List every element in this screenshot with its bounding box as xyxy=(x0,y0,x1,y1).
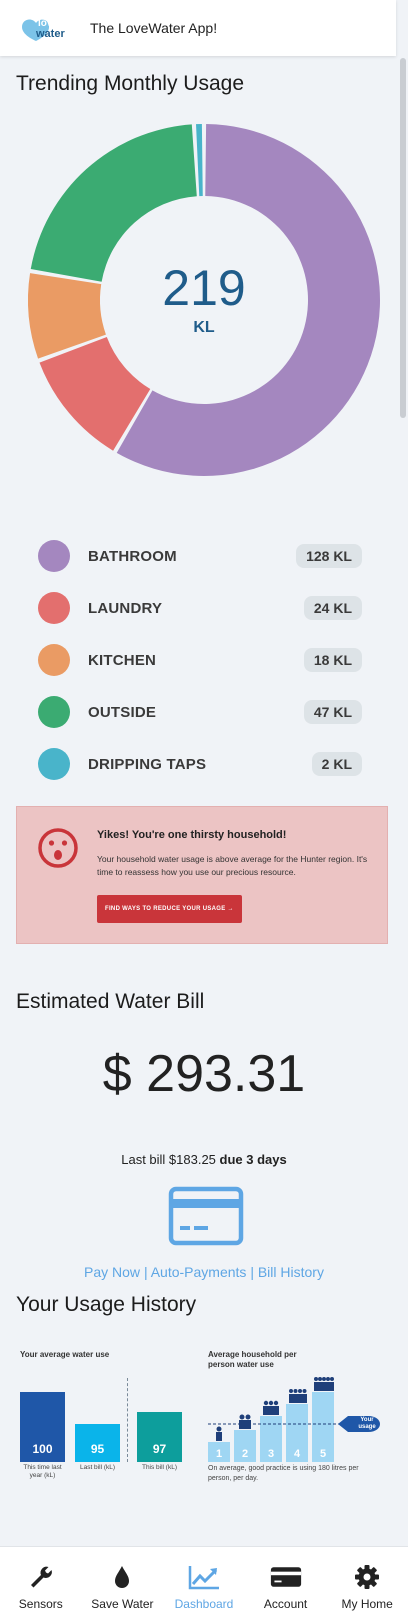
bar-caption: Last bill (kL) xyxy=(79,1464,116,1471)
nav-label: My Home xyxy=(341,1597,393,1611)
due-text: due 3 days xyxy=(219,1152,287,1167)
legend-label: KITCHEN xyxy=(88,651,157,669)
nav-dashboard[interactable]: Dashboard xyxy=(163,1547,245,1620)
app-title: The LoveWater App! xyxy=(90,20,218,36)
payment-links: Pay Now | Auto-Payments | Bill History xyxy=(0,1264,408,1280)
usage-legend: BATHROOM 128 KL LAUNDRY 24 KL KITCHEN 18… xyxy=(38,530,378,790)
wrench-icon xyxy=(25,1563,57,1591)
bar-last-bill: 95 xyxy=(75,1424,120,1462)
bar-caption: This time last year (kL) xyxy=(23,1464,62,1479)
laundry-color-swatch xyxy=(38,592,70,624)
last-bill-text: Last bill $183.25 xyxy=(121,1152,216,1167)
legend-label: OUTSIDE xyxy=(88,703,157,721)
legend-value: 128 KL xyxy=(296,544,362,568)
app-header: love water The LoveWater App! xyxy=(0,0,396,56)
link-separator: | xyxy=(250,1264,254,1280)
gear-icon xyxy=(351,1563,383,1591)
per-person-note: On average, good practice is using 180 l… xyxy=(208,1465,359,1482)
history-title: Your Usage History xyxy=(16,1293,197,1316)
nav-label: Dashboard xyxy=(174,1597,234,1611)
nav-sensors[interactable]: Sensors xyxy=(0,1547,82,1620)
shocked-face-icon xyxy=(37,827,79,869)
droplet-icon xyxy=(106,1563,138,1591)
svg-text:water: water xyxy=(35,28,65,40)
usage-donut-chart: 219 KL xyxy=(22,118,386,482)
lovewater-logo[interactable]: love water xyxy=(16,13,76,43)
bill-amount: $ 293.31 xyxy=(102,1045,306,1103)
last-bill-info: Last bill $183.25 due 3 days xyxy=(0,1152,408,1167)
link-separator: | xyxy=(143,1264,148,1280)
pay-now-link[interactable]: Pay Now xyxy=(84,1264,140,1280)
dripping-taps-color-swatch xyxy=(38,748,70,780)
usage-history-infographic: Your average water use 100 95 97 This ti… xyxy=(16,1350,396,1510)
average-use-bars: 100 95 97 xyxy=(20,1378,195,1462)
legend-item-kitchen[interactable]: KITCHEN 18 KL xyxy=(38,634,378,686)
nav-label: Sensors xyxy=(18,1597,63,1611)
bar-last-year: 100 xyxy=(20,1392,65,1462)
bathroom-color-swatch xyxy=(38,540,70,572)
per-person-bars: 1 2 3 4 5 Your usage xyxy=(208,1372,388,1462)
alert-title: Yikes! You're one thirsty household! xyxy=(97,829,287,841)
reduce-usage-button[interactable]: FIND WAYS TO REDUCE YOUR USAGE → xyxy=(97,895,242,923)
average-water-use-title: Your average water use xyxy=(20,1350,110,1359)
bill-title: Estimated Water Bill xyxy=(16,990,205,1013)
divider xyxy=(127,1378,128,1462)
legend-item-bathroom[interactable]: BATHROOM 128 KL xyxy=(38,530,378,582)
usage-title: Trending Monthly Usage xyxy=(16,72,245,95)
legend-value: 2 KL xyxy=(311,752,362,776)
bottom-navigation: Sensors Save Water Dashboard Account My … xyxy=(0,1546,408,1620)
per-person-use-title: Average household per person water use xyxy=(208,1350,297,1369)
nav-label: Account xyxy=(263,1597,308,1611)
donut-slice-outside[interactable] xyxy=(30,124,197,282)
nav-account[interactable]: Account xyxy=(245,1547,327,1620)
legend-label: BATHROOM xyxy=(88,547,177,565)
nav-save-water[interactable]: Save Water xyxy=(82,1547,164,1620)
bill-history-link[interactable]: Bill History xyxy=(258,1264,324,1280)
thirsty-household-alert: Yikes! You're one thirsty household! You… xyxy=(16,806,388,944)
scrollbar[interactable] xyxy=(400,58,406,418)
auto-payments-link[interactable]: Auto-Payments xyxy=(151,1264,247,1280)
legend-item-outside[interactable]: OUTSIDE 47 KL xyxy=(38,686,378,738)
nav-my-home[interactable]: My Home xyxy=(326,1547,408,1620)
bar-this-bill: 97 xyxy=(137,1412,182,1462)
chart-icon xyxy=(188,1563,220,1591)
card-icon xyxy=(270,1563,302,1591)
legend-label: DRIPPING TAPS xyxy=(88,755,207,773)
alert-body: Your household water usage is above aver… xyxy=(97,854,368,877)
legend-item-laundry[interactable]: LAUNDRY 24 KL xyxy=(38,582,378,634)
outside-color-swatch xyxy=(38,696,70,728)
bar-caption: This bill (kL) xyxy=(141,1464,178,1471)
legend-value: 24 KL xyxy=(303,596,362,620)
legend-label: LAUNDRY xyxy=(88,599,163,617)
legend-value: 47 KL xyxy=(303,700,362,724)
legend-item-dripping-taps[interactable]: DRIPPING TAPS 2 KL xyxy=(38,738,378,790)
kitchen-color-swatch xyxy=(38,644,70,676)
donut-slice-dripping-taps[interactable] xyxy=(196,124,203,197)
nav-label: Save Water xyxy=(91,1597,154,1611)
your-usage-marker: Your usage xyxy=(358,1417,376,1430)
credit-card-icon[interactable] xyxy=(168,1186,244,1246)
legend-value: 18 KL xyxy=(303,648,362,672)
